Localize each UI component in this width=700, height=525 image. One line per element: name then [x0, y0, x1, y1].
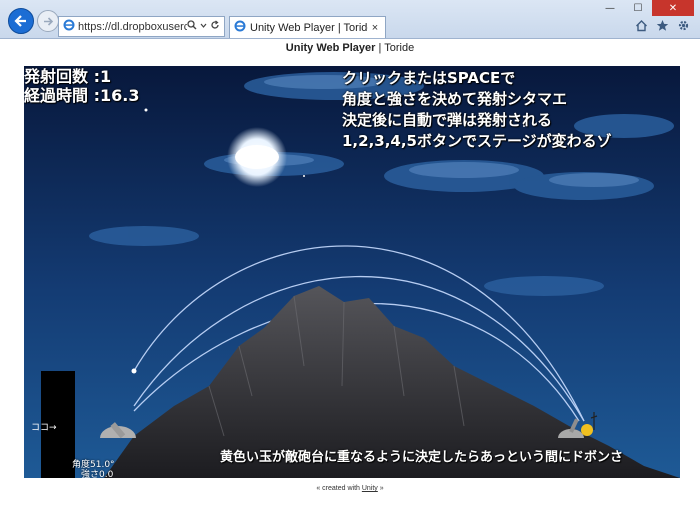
forward-arrow-icon	[43, 16, 53, 26]
window-controls: — ☐ ✕	[596, 0, 694, 16]
strength-readout: 強さ0.0	[81, 470, 114, 478]
close-button[interactable]: ✕	[652, 0, 694, 16]
forward-button[interactable]	[37, 10, 59, 32]
address-bar[interactable]: https://dl.dropboxusercont...	[58, 16, 225, 37]
instruction-line-4: 1,2,3,4,5ボタンでステージが変わるゾ	[342, 132, 612, 150]
page-title-separator: |	[375, 42, 385, 54]
url-text[interactable]: https://dl.dropboxusercont...	[78, 21, 187, 33]
page-title: Unity Web Player | Toride	[0, 42, 700, 54]
star-icon[interactable]	[656, 19, 669, 36]
page-title-bold: Unity Web Player	[285, 42, 376, 54]
tab-unity-web-player[interactable]: Unity Web Player | Toride ×	[229, 16, 386, 38]
projectile	[131, 368, 137, 374]
ie-logo-icon	[234, 20, 246, 35]
back-arrow-icon	[14, 15, 26, 27]
refresh-icon[interactable]	[210, 20, 220, 33]
back-button[interactable]	[8, 8, 34, 34]
unity-link[interactable]: Unity	[362, 485, 378, 492]
instruction-line-1: クリックまたはSPACEで	[342, 69, 516, 87]
credit-prefix: « created with	[316, 485, 362, 492]
elapsed-time: 経過時間 :16.3	[24, 86, 140, 105]
tab-close-button[interactable]: ×	[368, 22, 382, 34]
search-icon[interactable]	[187, 20, 197, 33]
gear-icon[interactable]	[677, 19, 690, 36]
dropdown-icon[interactable]	[200, 20, 207, 33]
unity-credit: « created with Unity »	[0, 485, 700, 492]
moon-core	[235, 145, 279, 169]
browser-chrome: https://dl.dropboxusercont... Unity Web …	[0, 0, 700, 39]
unity-game-canvas[interactable]: 発射回数 :1 経過時間 :16.3 クリックまたはSPACEで 角度と強さを決…	[24, 66, 680, 478]
credit-suffix: »	[377, 485, 384, 492]
gauge-pointer-label: ココ→	[31, 423, 57, 433]
shot-count: 発射回数 :1	[24, 67, 112, 86]
tab-title: Unity Web Player | Toride	[250, 21, 368, 34]
home-icon[interactable]	[635, 19, 648, 36]
instruction-line-3: 決定後に自動で弾は発射される	[342, 111, 553, 129]
maximize-button[interactable]: ☐	[624, 0, 652, 16]
instruction-line-2: 角度と強さを決めて発射シタマエ	[342, 90, 568, 108]
hint-message: 黄色い玉が敵砲台に重なるように決定したらあっという間にドボンさ	[220, 450, 624, 465]
page-title-rest: Toride	[384, 42, 415, 54]
ie-logo-icon	[63, 19, 75, 34]
enemy-ball	[581, 424, 593, 436]
minimize-button[interactable]: —	[596, 0, 624, 16]
